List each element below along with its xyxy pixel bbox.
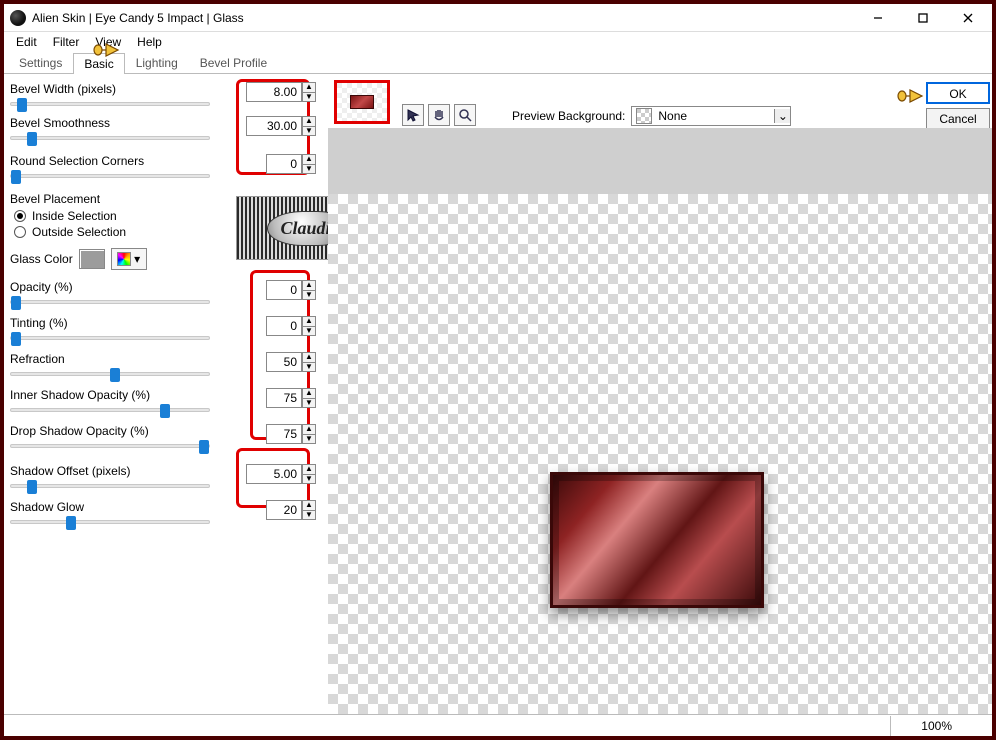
radio-outside-label: Outside Selection [32, 225, 126, 239]
round-corners-slider[interactable] [10, 174, 210, 178]
menu-bar: Edit Filter View Help [4, 32, 992, 52]
drop-shadow-spinner[interactable] [302, 424, 316, 444]
bevel-width-slider[interactable] [10, 102, 210, 106]
window-title: Alien Skin | Eye Candy 5 Impact | Glass [32, 11, 855, 25]
refraction-input[interactable] [266, 352, 302, 372]
ok-button[interactable]: OK [926, 82, 990, 104]
preview-result-image [550, 472, 764, 608]
bevel-smoothness-input[interactable] [246, 116, 302, 136]
preview-area: Preview Background: None ⌄ OK Cancel [328, 78, 992, 714]
rainbow-icon [117, 252, 131, 266]
preview-canvas[interactable] [328, 194, 992, 714]
menu-edit[interactable]: Edit [10, 33, 43, 51]
pointer-hand-icon [896, 82, 924, 106]
zoom-tool[interactable] [454, 104, 476, 126]
maximize-button[interactable] [900, 4, 945, 32]
thumbnail-bar: Preview Background: None ⌄ OK Cancel [328, 78, 992, 128]
opacity-slider[interactable] [10, 300, 210, 304]
shadow-glow-spinner[interactable] [302, 500, 316, 520]
close-button[interactable] [945, 4, 990, 32]
app-icon [10, 10, 26, 26]
transparency-swatch-icon [636, 108, 652, 124]
zoom-level[interactable]: 100% [890, 716, 982, 736]
tinting-input[interactable] [266, 316, 302, 336]
drop-shadow-slider[interactable] [10, 444, 210, 448]
shadow-glow-input[interactable] [266, 500, 302, 520]
status-bar: 100% [4, 714, 992, 736]
inner-shadow-slider[interactable] [10, 408, 210, 412]
tab-basic[interactable]: Basic [73, 53, 124, 74]
round-corners-spinner[interactable] [302, 154, 316, 174]
pointer-tool[interactable] [402, 104, 424, 126]
menu-view[interactable]: View [89, 33, 127, 51]
refraction-slider[interactable] [10, 372, 210, 376]
glass-color-swatch[interactable] [79, 249, 105, 269]
glass-color-picker[interactable]: ▾ [111, 248, 147, 270]
bevel-smoothness-slider[interactable] [10, 136, 210, 140]
shadow-offset-input[interactable] [246, 464, 302, 484]
shadow-glow-slider[interactable] [10, 520, 210, 524]
tinting-spinner[interactable] [302, 316, 316, 336]
cancel-button[interactable]: Cancel [926, 108, 990, 130]
chevron-down-icon: ▾ [134, 252, 140, 266]
preview-bg-label: Preview Background: [512, 109, 625, 123]
drop-shadow-input[interactable] [266, 424, 302, 444]
preview-thumbnail[interactable] [334, 80, 390, 124]
opacity-input[interactable] [266, 280, 302, 300]
hand-tool[interactable] [428, 104, 450, 126]
bevel-width-spinner[interactable] [302, 82, 316, 102]
tab-bar: Settings Basic Lighting Bevel Profile [4, 52, 992, 74]
tab-bevel-profile[interactable]: Bevel Profile [189, 52, 278, 73]
tinting-slider[interactable] [10, 336, 210, 340]
menu-help[interactable]: Help [131, 33, 168, 51]
round-corners-input[interactable] [266, 154, 302, 174]
preview-bg-value: None [656, 109, 774, 123]
minimize-button[interactable] [855, 4, 900, 32]
bevel-smoothness-spinner[interactable] [302, 116, 316, 136]
shadow-offset-spinner[interactable] [302, 464, 316, 484]
opacity-spinner[interactable] [302, 280, 316, 300]
inner-shadow-input[interactable] [266, 388, 302, 408]
bevel-width-input[interactable] [246, 82, 302, 102]
tab-settings[interactable]: Settings [8, 52, 73, 73]
radio-icon [14, 210, 26, 222]
radio-inside-label: Inside Selection [32, 209, 117, 223]
tab-lighting[interactable]: Lighting [125, 52, 189, 73]
preview-bg-combo[interactable]: None ⌄ [631, 106, 791, 126]
basic-panel: Bevel Width (pixels) Bevel Smoothness Ro… [10, 78, 326, 528]
chevron-down-icon: ⌄ [774, 109, 790, 123]
refraction-spinner[interactable] [302, 352, 316, 372]
menu-filter[interactable]: Filter [47, 33, 86, 51]
glass-color-label: Glass Color [10, 252, 73, 266]
shadow-offset-slider[interactable] [10, 484, 210, 488]
radio-icon [14, 226, 26, 238]
preview-toolbar-bg [328, 128, 992, 194]
inner-shadow-spinner[interactable] [302, 388, 316, 408]
title-bar: Alien Skin | Eye Candy 5 Impact | Glass [4, 4, 992, 32]
